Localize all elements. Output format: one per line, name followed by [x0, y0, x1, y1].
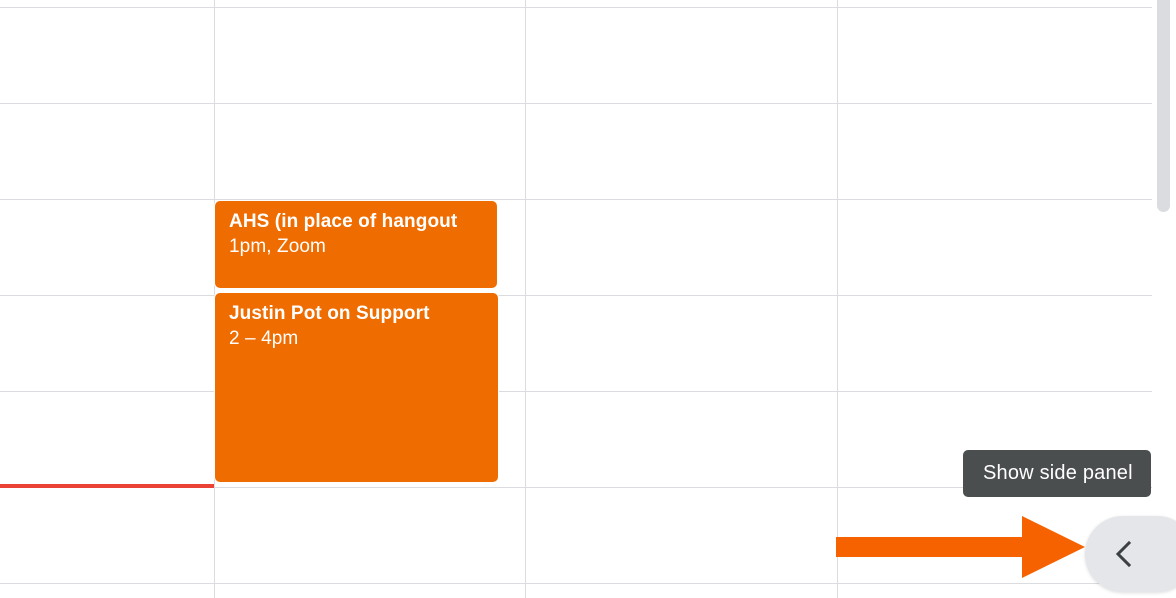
grid-hline — [0, 7, 1152, 8]
show-side-panel-tooltip: Show side panel — [963, 450, 1151, 497]
grid-hline — [0, 295, 1152, 296]
calendar-event-ahs[interactable]: AHS (in place of hangout 1pm, Zoom — [214, 200, 498, 289]
event-time: 2 – 4pm — [229, 328, 299, 349]
grid-vline — [837, 0, 838, 598]
current-time-indicator — [0, 484, 214, 488]
grid-vline — [525, 0, 526, 598]
chevron-left-icon — [1114, 539, 1134, 569]
vertical-scrollbar-thumb[interactable] — [1157, 0, 1170, 212]
grid-hline — [0, 199, 1152, 200]
calendar-event-justin-pot-on-support[interactable]: Justin Pot on Support 2 – 4pm — [214, 292, 499, 483]
event-title: AHS (in place of hangout — [229, 211, 458, 232]
show-side-panel-button[interactable] — [1085, 516, 1176, 592]
grid-hline — [0, 391, 1152, 392]
grid-hline — [0, 583, 1152, 584]
event-title: Justin Pot on Support — [229, 303, 430, 324]
calendar-grid — [0, 0, 1176, 598]
event-time: 1pm, Zoom — [229, 236, 326, 257]
grid-hline — [0, 103, 1152, 104]
